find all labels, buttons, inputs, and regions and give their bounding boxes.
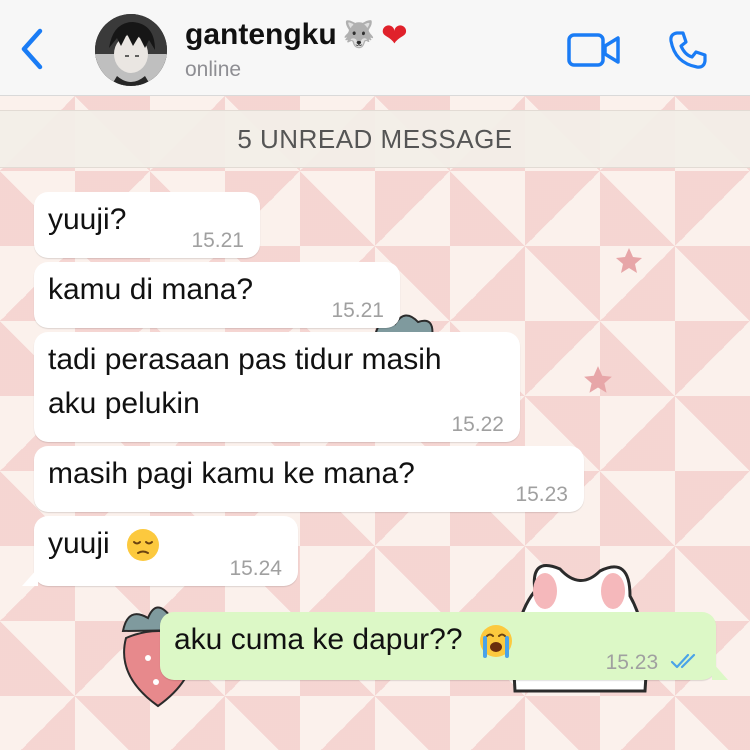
contact-name-text: gantengku: [185, 18, 337, 51]
message-bubble-incoming[interactable]: kamu di mana? 15.21: [34, 262, 400, 328]
pink-star-decoration-icon: [616, 248, 642, 273]
message-text-content: aku cuma ke dapur??: [174, 623, 463, 656]
contact-status: online: [185, 58, 242, 81]
chat-header: gantengku 🐺 ❤ online: [0, 0, 750, 96]
message-bubble-incoming[interactable]: masih pagi kamu ke mana? 15.23: [34, 446, 584, 512]
back-button[interactable]: [12, 26, 52, 72]
video-call-button[interactable]: [566, 30, 622, 70]
message-time: 15.24: [229, 557, 282, 580]
message-time: 15.21: [191, 229, 244, 252]
phone-icon: [669, 31, 707, 69]
heart-emoji-icon: ❤: [381, 16, 408, 54]
message-time: 15.21: [331, 299, 384, 322]
pink-star-decoration-icon: [584, 366, 612, 393]
loudly-crying-face-icon: [479, 625, 512, 659]
video-camera-icon: [567, 33, 620, 67]
read-receipt-icon: [670, 654, 696, 669]
message-time: 15.23: [515, 483, 568, 506]
wolf-emoji-icon: 🐺: [342, 20, 376, 50]
contact-name[interactable]: gantengku 🐺 ❤: [185, 16, 408, 54]
message-bubble-outgoing[interactable]: aku cuma ke dapur?? 15.23: [160, 612, 728, 680]
message-text-line: tadi perasaan pas tidur masih: [48, 343, 442, 376]
message-text: masih pagi kamu ke mana?: [48, 457, 415, 490]
unread-messages-banner: 5 UNREAD MESSAGE: [0, 110, 750, 168]
message-time: 15.23: [605, 651, 659, 674]
message-bubble-incoming[interactable]: tadi perasaan pas tidur masih aku peluki…: [34, 332, 520, 442]
avatar[interactable]: [95, 14, 167, 86]
voice-call-button[interactable]: [664, 26, 712, 74]
message-bubble-incoming[interactable]: yuuji 15.24: [22, 516, 298, 586]
message-time-row: 15.23: [606, 652, 700, 674]
message-text-content: yuuji: [48, 527, 110, 560]
back-chevron-icon: [21, 28, 43, 70]
message-bubble-incoming[interactable]: yuuji? 15.21: [34, 192, 260, 258]
message-time: 15.22: [451, 413, 504, 436]
pensive-face-icon: [127, 529, 160, 562]
message-text-line: aku pelukin: [48, 387, 200, 420]
